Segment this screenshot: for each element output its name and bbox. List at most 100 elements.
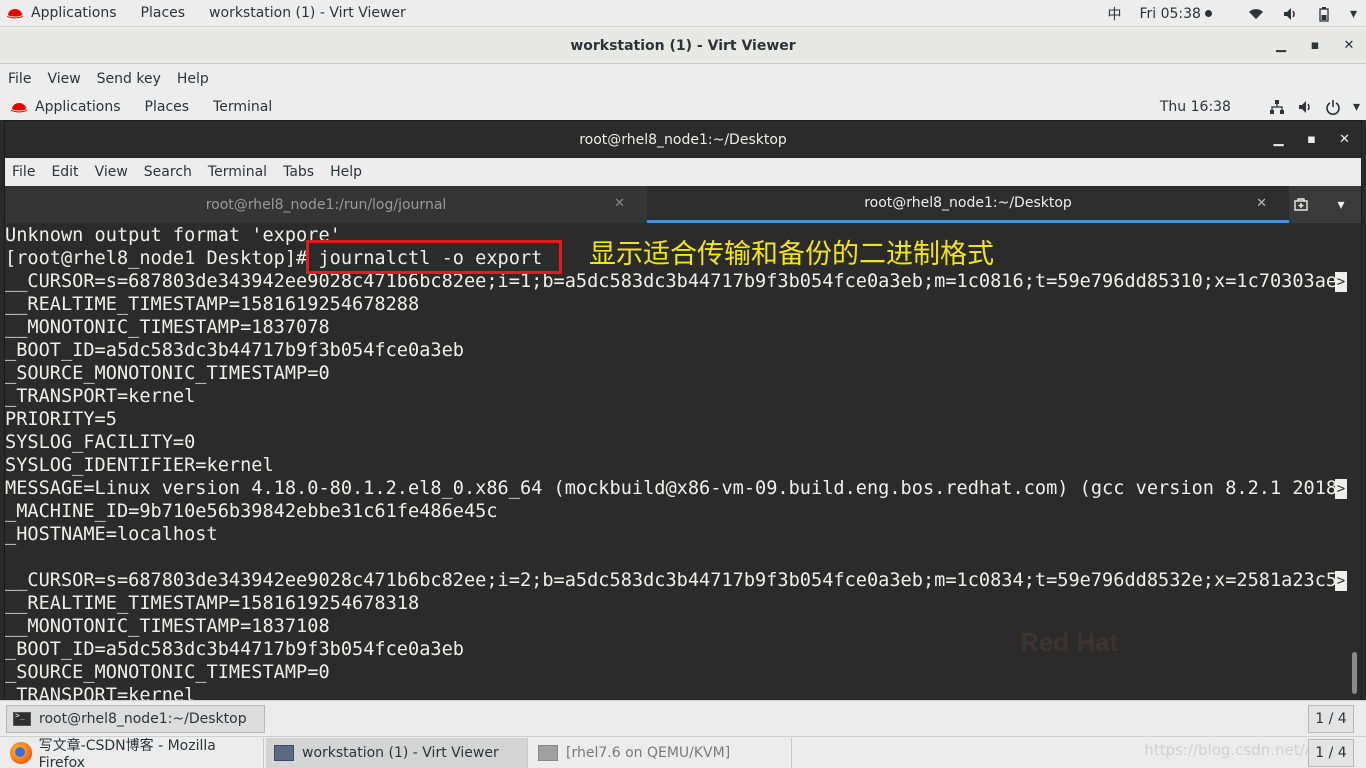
terminal-menu-search[interactable]: Search xyxy=(136,164,200,180)
terminal-line-text: MESSAGE=Linux version 4.18.0-80.1.2.el8_… xyxy=(5,478,1349,499)
power-icon[interactable] xyxy=(1319,93,1347,120)
terminal-scroll-thumb[interactable] xyxy=(1352,652,1357,694)
terminal-line-text: __CURSOR=s=687803de343942ee9028c471b6bc8… xyxy=(5,570,1349,591)
line-truncated-marker-icon: > xyxy=(1335,272,1347,292)
guest-task-terminal[interactable]: root@rhel8_node1:~/Desktop xyxy=(6,704,265,733)
guest-clock[interactable]: Thu 16:38 xyxy=(1154,93,1237,120)
guest-applications-menu[interactable]: Applications xyxy=(0,93,133,120)
host-applications-menu[interactable]: Applications xyxy=(0,0,129,27)
terminal-menu-tabs[interactable]: Tabs xyxy=(275,164,322,180)
guest-places-menu[interactable]: Places xyxy=(133,93,202,120)
terminal-maximize-button[interactable]: ▪ xyxy=(1295,121,1328,158)
host-active-window-label[interactable]: workstation (1) - Virt Viewer xyxy=(197,0,418,27)
host-task-virt-viewer[interactable]: workstation (1) - Virt Viewer xyxy=(266,737,528,768)
terminal-line: __CURSOR=s=687803de343942ee9028c471b6bc8… xyxy=(5,569,1349,592)
line-truncated-marker-icon: > xyxy=(1335,571,1347,591)
terminal-titlebar[interactable]: root@rhel8_node1:~/Desktop ▁ ▪ ✕ xyxy=(5,121,1361,158)
system-menu-chevron-icon[interactable]: ▾ xyxy=(1341,0,1366,27)
command-highlight-box xyxy=(306,240,562,274)
terminal-line: PRIORITY=5 xyxy=(5,408,1349,431)
viewer-menu-help[interactable]: Help xyxy=(169,71,217,87)
network-icon[interactable] xyxy=(1263,93,1291,120)
host-clock-label: Fri 05:38 xyxy=(1139,5,1201,22)
battery-icon[interactable] xyxy=(1307,0,1341,27)
terminal-line-text: _SOURCE_MONOTONIC_TIMESTAMP=0 xyxy=(5,662,330,683)
host-task-rhel76[interactable]: [rhel7.6 on QEMU/KVM] xyxy=(530,737,792,768)
terminal-line: _TRANSPORT=kernel xyxy=(5,385,1349,408)
host-applications-label: Applications xyxy=(31,5,117,21)
terminal-line-text: _HOSTNAME=localhost xyxy=(5,524,218,545)
virt-viewer-title: workstation (1) - Virt Viewer xyxy=(570,37,796,54)
terminal-line: _TRANSPORT=kernel xyxy=(5,684,1349,700)
terminal-tab-bar: root@rhel8_node1:/run/log/journal ✕ root… xyxy=(5,186,1361,223)
tab-list-chevron-down-icon[interactable]: ▾ xyxy=(1321,186,1361,223)
guest-display[interactable]: Applications Places Terminal Thu 16:38 ▾… xyxy=(0,93,1366,736)
terminal-line-text: __REALTIME_TIMESTAMP=1581619254678288 xyxy=(5,294,420,315)
terminal-menu-help[interactable]: Help xyxy=(322,164,370,180)
tab-journal-close-icon[interactable]: ✕ xyxy=(614,196,625,211)
viewer-menu-file[interactable]: File xyxy=(0,71,39,87)
host-places-menu[interactable]: Places xyxy=(129,0,198,27)
firefox-icon xyxy=(10,741,32,764)
terminal-menu-terminal[interactable]: Terminal xyxy=(200,164,275,180)
viewer-menu-view[interactable]: View xyxy=(39,71,88,87)
new-tab-icon[interactable] xyxy=(1281,186,1321,223)
guest-volume-icon[interactable] xyxy=(1291,93,1319,120)
virt-viewer-icon xyxy=(274,744,294,761)
host-task-firefox[interactable]: 写文章-CSDN博客 - Mozilla Firefox xyxy=(2,737,264,768)
tab-journal-label: root@rhel8_node1:/run/log/journal xyxy=(205,196,447,213)
viewer-menu-send-key[interactable]: Send key xyxy=(89,71,169,87)
volume-icon[interactable] xyxy=(1273,0,1307,27)
tab-desktop-close-icon[interactable]: ✕ xyxy=(1256,196,1267,211)
host-top-bar: Applications Places workstation (1) - Vi… xyxy=(0,0,1366,27)
host-task-firefox-label: 写文章-CSDN博客 - Mozilla Firefox xyxy=(38,737,216,768)
tab-journal[interactable]: root@rhel8_node1:/run/log/journal ✕ xyxy=(5,186,647,223)
virt-viewer-menubar: File View Send key Help xyxy=(0,65,1366,92)
tab-desktop[interactable]: root@rhel8_node1:~/Desktop ✕ xyxy=(647,186,1289,223)
terminal-line: __MONOTONIC_TIMESTAMP=1837108 xyxy=(5,615,1349,638)
redhat-logo-icon xyxy=(7,9,23,19)
terminal-line-text: _TRANSPORT=kernel xyxy=(5,386,196,407)
viewer-close-button[interactable]: ✕ xyxy=(1332,28,1366,63)
terminal-menubar: File Edit View Search Terminal Tabs Help xyxy=(5,158,1361,186)
guest-terminal-app-menu[interactable]: Terminal xyxy=(201,93,284,120)
terminal-line: _HOSTNAME=localhost xyxy=(5,523,1349,546)
wifi-icon[interactable] xyxy=(1239,0,1273,27)
annotation-text: 显示适合传输和备份的二进制格式 xyxy=(589,239,994,270)
terminal-line-text: Unknown output format 'expore' xyxy=(5,225,341,246)
terminal-menu-file[interactable]: File xyxy=(5,164,43,180)
terminal-line: __MONOTONIC_TIMESTAMP=1837078 xyxy=(5,316,1349,339)
terminal-line: SYSLOG_IDENTIFIER=kernel xyxy=(5,454,1349,477)
host-task-virt-viewer-label: workstation (1) - Virt Viewer xyxy=(302,744,499,761)
redhat-watermark: Red Hat xyxy=(1020,627,1119,657)
terminal-scrollbar[interactable] xyxy=(1347,224,1361,700)
terminal-line: _BOOT_ID=a5dc583dc3b44717b9f3b054fce0a3e… xyxy=(5,339,1349,362)
terminal-window[interactable]: root@rhel8_node1:~/Desktop ▁ ▪ ✕ File Ed… xyxy=(4,120,1362,700)
guest-system-menu-chevron-icon[interactable]: ▾ xyxy=(1347,93,1366,120)
terminal-output[interactable]: Unknown output format 'expore' [root@rhel… xyxy=(5,224,1349,700)
viewer-maximize-button[interactable]: ▪ xyxy=(1298,28,1332,63)
terminal-close-button[interactable]: ✕ xyxy=(1328,121,1361,158)
terminal-menu-view[interactable]: View xyxy=(87,164,136,180)
host-window-list: 写文章-CSDN博客 - Mozilla Firefox workstation… xyxy=(0,736,1366,768)
tab-desktop-label: root@rhel8_node1:~/Desktop xyxy=(864,195,1072,211)
terminal-line: __REALTIME_TIMESTAMP=1581619254678288 xyxy=(5,293,1349,316)
host-workspace-pager[interactable]: 1 / 4 xyxy=(1308,739,1354,767)
guest-task-terminal-label: root@rhel8_node1:~/Desktop xyxy=(39,710,247,727)
terminal-line-text: SYSLOG_FACILITY=0 xyxy=(5,432,196,453)
viewer-minimize-button[interactable]: ▁ xyxy=(1264,28,1298,63)
terminal-line: _SOURCE_MONOTONIC_TIMESTAMP=0 xyxy=(5,661,1349,684)
terminal-line-text: _TRANSPORT=kernel xyxy=(5,685,196,700)
notification-dot-icon xyxy=(1204,10,1212,17)
terminal-lines: Unknown output format 'expore' [root@rhel… xyxy=(5,224,1349,700)
terminal-menu-edit[interactable]: Edit xyxy=(43,164,86,180)
terminal-minimize-button[interactable]: ▁ xyxy=(1262,121,1295,158)
host-clock[interactable]: Fri 05:38 xyxy=(1130,0,1220,27)
terminal-line: __CURSOR=s=687803de343942ee9028c471b6bc8… xyxy=(5,270,1349,293)
guest-window-list: root@rhel8_node1:~/Desktop 1 / 4 xyxy=(0,700,1366,736)
virt-viewer-dim-icon xyxy=(538,744,558,761)
virt-viewer-titlebar[interactable]: workstation (1) - Virt Viewer ▁ ▪ ✕ xyxy=(0,28,1366,64)
guest-workspace-pager[interactable]: 1 / 4 xyxy=(1308,705,1354,733)
input-method-indicator[interactable]: 中 xyxy=(1098,0,1130,27)
